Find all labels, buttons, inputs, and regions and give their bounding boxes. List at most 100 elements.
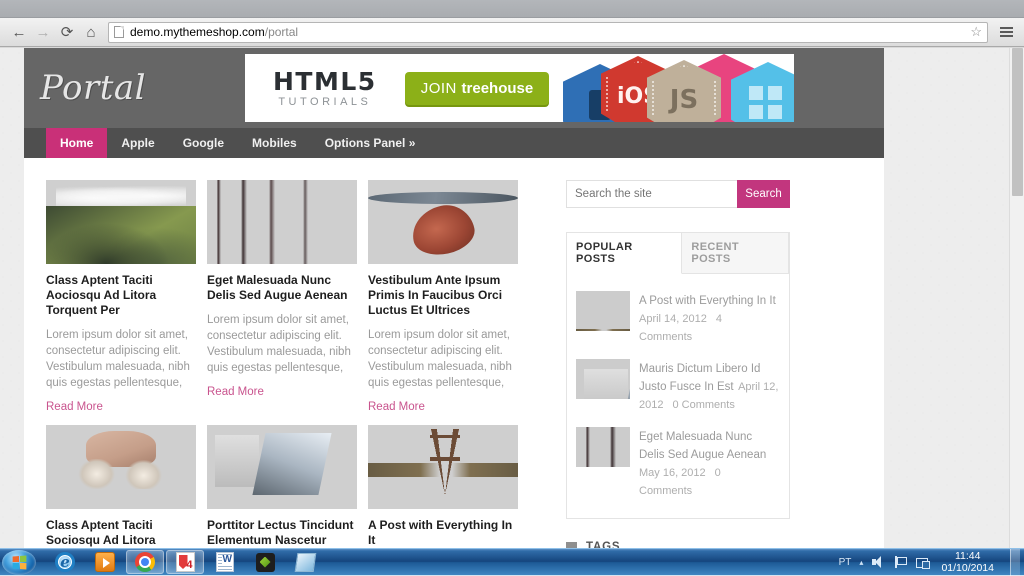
widget-tabs: POPULAR POSTS RECENT POSTS (567, 233, 789, 274)
browser-tabstrip (0, 0, 1024, 18)
forward-icon[interactable]: → (32, 21, 54, 43)
page-viewport: Portal HTML5 TUTORIALS JOIN treehouse iO… (0, 48, 1024, 548)
banner-subtitle: TUTORIALS (273, 97, 377, 108)
taskbar-google-chrome[interactable] (126, 550, 164, 574)
back-icon[interactable]: ← (8, 21, 30, 43)
vertical-scrollbar[interactable] (1009, 48, 1024, 548)
popular-posts-widget: POPULAR POSTS RECENT POSTS A Post with E… (566, 232, 790, 519)
list-item-title[interactable]: Eget Malesuada Nunc Delis Sed Augue Aene… (639, 431, 766, 461)
clock[interactable]: 11:44 01/10/2014 (937, 550, 998, 574)
tags-title: TAGS (586, 541, 620, 548)
taskbar-microsoft-word[interactable] (206, 550, 244, 574)
url-host: demo.mythemeshop.com (130, 25, 265, 39)
browser-window: ← → ⟳ ⌂ demo.mythemeshop.com/portal ☆ Po… (0, 0, 1024, 548)
banner-cta-button[interactable]: JOIN treehouse (405, 72, 550, 105)
banner-artwork: iOS JS (559, 54, 794, 122)
taskbar-notes-app[interactable] (286, 550, 324, 574)
tab-recent-posts[interactable]: RECENT POSTS (682, 233, 789, 274)
post-excerpt: Lorem ipsum dolor sit amet, consectetur … (207, 312, 357, 376)
tray-expand-icon[interactable]: ▴ (859, 558, 863, 567)
list-item-thumbnail-camera[interactable] (576, 359, 630, 399)
internet-explorer-icon (55, 552, 75, 572)
post-card[interactable]: Class Aptent Taciti Sociosqu Ad Litora T… (46, 425, 196, 548)
nav-item-apple[interactable]: Apple (107, 128, 168, 158)
banner-cta-bold: treehouse (462, 80, 534, 97)
list-item-thumbnail-red-forest[interactable] (576, 427, 630, 467)
network-icon[interactable] (915, 555, 929, 569)
post-title[interactable]: Porttitor Lectus Tincidunt Elementum Nas… (207, 518, 357, 548)
nav-item-google[interactable]: Google (169, 128, 238, 158)
post-thumbnail-laptop[interactable] (207, 425, 357, 509)
content-area: Class Aptent Taciti Aociosqu Ad Litora T… (24, 158, 884, 548)
banner-text: HTML5 TUTORIALS (245, 69, 377, 108)
scrollbar-thumb[interactable] (1012, 48, 1023, 196)
site-wrapper: Portal HTML5 TUTORIALS JOIN treehouse iO… (24, 48, 884, 548)
popular-posts-list: A Post with Everything In It April 14, 2… (567, 274, 789, 518)
post-thumbnail-shoes[interactable] (46, 425, 196, 509)
windows-logo-icon (13, 555, 27, 569)
list-item-meta: April 14, 20124 Comments (639, 313, 722, 343)
post-card[interactable]: A Post with Everything In It Pellentesqu… (368, 425, 518, 548)
post-card[interactable]: Porttitor Lectus Tincidunt Elementum Nas… (207, 425, 357, 548)
nav-item-mobiles[interactable]: Mobiles (238, 128, 311, 158)
page-info-icon (114, 26, 124, 38)
read-more-link[interactable]: Read More (368, 401, 425, 413)
post-excerpt: Lorem ipsum dolor sit amet, consectetur … (46, 327, 196, 391)
read-more-link[interactable]: Read More (46, 401, 103, 413)
list-item-thumbnail-eiffel[interactable] (576, 291, 630, 331)
banner-cta-light: JOIN (421, 80, 462, 97)
banner-title: HTML5 (273, 69, 377, 94)
media-player-icon (95, 552, 115, 572)
post-title[interactable]: Class Aptent Taciti Aociosqu Ad Litora T… (46, 273, 196, 318)
post-title[interactable]: Eget Malesuada Nunc Delis Sed Augue Aene… (207, 273, 357, 303)
reload-icon[interactable]: ⟳ (56, 21, 78, 43)
list-item[interactable]: Eget Malesuada Nunc Delis Sed Augue Aene… (576, 420, 780, 506)
list-item[interactable]: A Post with Everything In It April 14, 2… (576, 284, 780, 352)
volume-icon[interactable] (871, 555, 885, 569)
post-thumbnail-eiffel[interactable] (368, 425, 518, 509)
list-item-date: May 16, 2012 (639, 467, 706, 479)
home-icon[interactable]: ⌂ (80, 21, 102, 43)
language-indicator[interactable]: PT (839, 557, 852, 568)
post-thumbnail-leaves[interactable] (368, 180, 518, 264)
taskbar-internet-explorer[interactable] (46, 550, 84, 574)
show-desktop-button[interactable] (1010, 549, 1020, 576)
tab-popular-posts[interactable]: POPULAR POSTS (567, 233, 682, 274)
post-thumbnail-red-forest[interactable] (207, 180, 357, 264)
list-item-date: April 14, 2012 (639, 313, 707, 325)
taskbar-pdf-reader[interactable] (166, 550, 204, 574)
search-input[interactable] (566, 180, 737, 208)
post-title[interactable]: Class Aptent Taciti Sociosqu Ad Litora T… (46, 518, 196, 548)
bookmark-star-icon[interactable]: ☆ (970, 24, 982, 40)
list-item[interactable]: Mauris Dictum Libero Id Justo Fusce In E… (576, 352, 780, 420)
taskbar-buttons (46, 550, 324, 574)
taskbar-green-app[interactable] (246, 550, 284, 574)
nav-item-options-panel[interactable]: Options Panel » (311, 128, 430, 158)
list-item-comments: 0 Comments (672, 399, 734, 411)
list-item-title[interactable]: A Post with Everything In It (639, 295, 776, 307)
post-title[interactable]: Vestibulum Ante Ipsum Primis In Faucibus… (368, 273, 518, 318)
post-thumbnail-mountain[interactable] (46, 180, 196, 264)
taskbar-media-player[interactable] (86, 550, 124, 574)
post-card[interactable]: Eget Malesuada Nunc Delis Sed Augue Aene… (207, 180, 357, 415)
sidebar: Search POPULAR POSTS RECENT POSTS (566, 180, 790, 548)
hamburger-menu-icon[interactable] (996, 21, 1016, 43)
nav-item-home[interactable]: Home (46, 128, 107, 158)
web-page: Portal HTML5 TUTORIALS JOIN treehouse iO… (0, 48, 1009, 548)
post-title[interactable]: A Post with Everything In It (368, 518, 518, 548)
post-card[interactable]: Class Aptent Taciti Aociosqu Ad Litora T… (46, 180, 196, 415)
action-center-flag-icon[interactable] (893, 555, 907, 569)
post-card[interactable]: Vestibulum Ante Ipsum Primis In Faucibus… (368, 180, 518, 415)
browser-toolbar: ← → ⟳ ⌂ demo.mythemeshop.com/portal ☆ (0, 18, 1024, 47)
address-bar[interactable]: demo.mythemeshop.com/portal ☆ (108, 22, 988, 43)
main-navigation: Home Apple Google Mobiles Options Panel … (24, 128, 884, 158)
banner-ad[interactable]: HTML5 TUTORIALS JOIN treehouse iOS JS (245, 54, 794, 122)
notes-icon (294, 553, 316, 572)
tags-header: TAGS (566, 541, 790, 548)
site-logo[interactable]: Portal (40, 68, 245, 108)
start-button[interactable] (2, 550, 36, 575)
clock-time: 11:44 (941, 550, 994, 562)
list-item-meta: May 16, 20120 Comments (639, 467, 721, 497)
search-button[interactable]: Search (737, 180, 790, 208)
read-more-link[interactable]: Read More (207, 386, 264, 398)
